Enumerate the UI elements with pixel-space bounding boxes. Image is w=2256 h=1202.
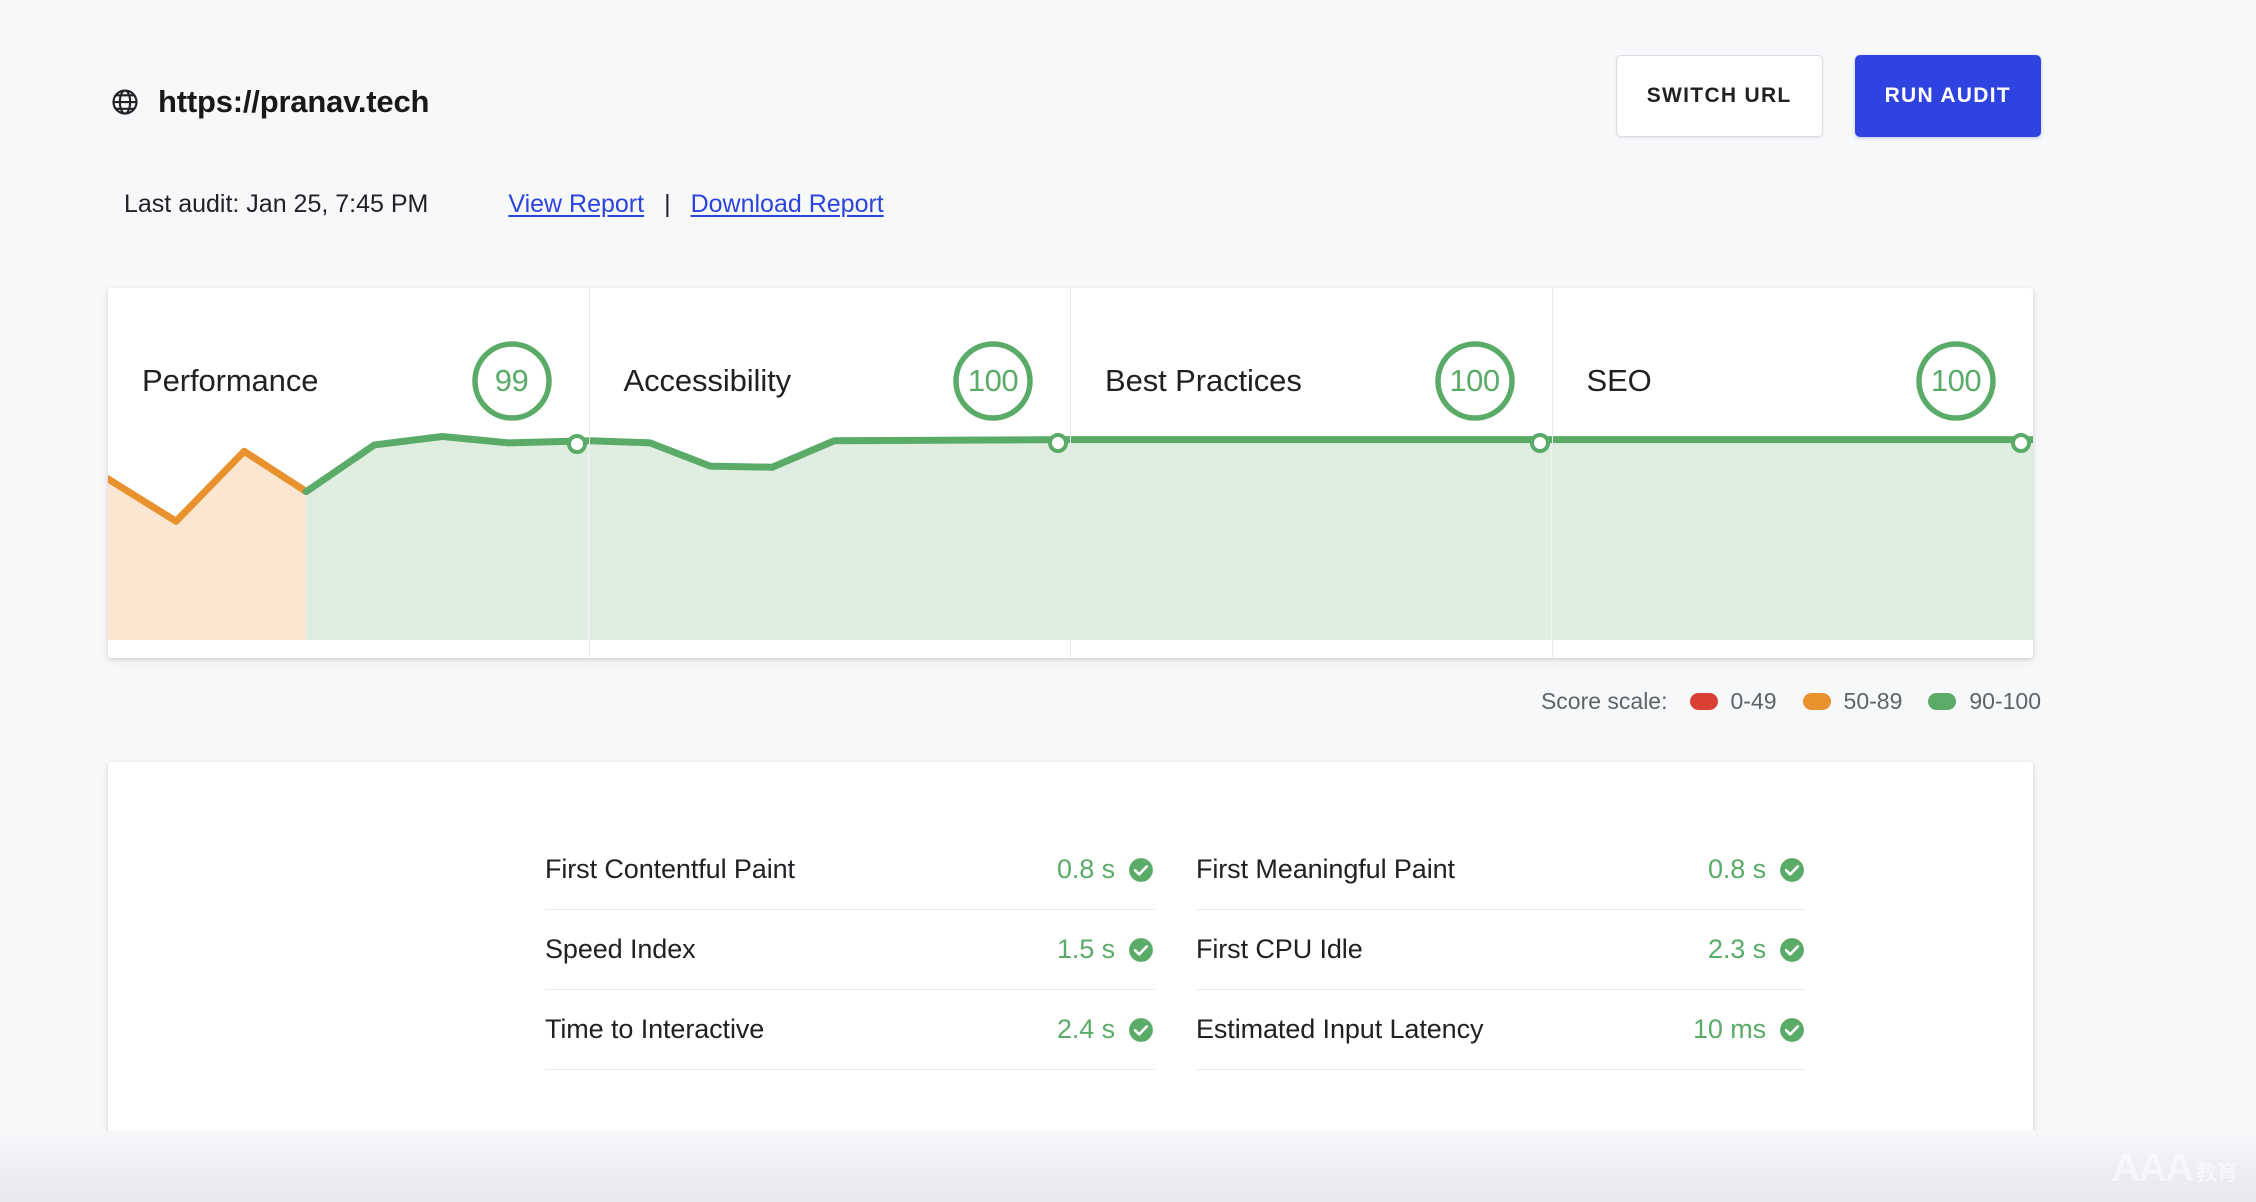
score-card-accessibility[interactable]: Accessibility 100 bbox=[589, 288, 1071, 658]
sparkline-accessibility bbox=[589, 428, 1070, 640]
view-report-link[interactable]: View Report bbox=[508, 190, 644, 219]
metric-label: Speed Index bbox=[545, 934, 696, 964]
check-circle-icon bbox=[1780, 937, 1804, 962]
header-actions: SWITCH URL RUN AUDIT bbox=[1615, 55, 2041, 137]
legend-item-low: 0-49 bbox=[1689, 688, 1777, 715]
link-separator: | bbox=[664, 190, 671, 218]
metric-result: 0.8 s bbox=[1057, 854, 1154, 885]
metric-row: Time to Interactive 2.4 s bbox=[545, 990, 1154, 1070]
score-value: 100 bbox=[1930, 363, 1982, 398]
legend-range-high: 90-100 bbox=[1969, 688, 2041, 714]
score-value: 99 bbox=[494, 363, 529, 398]
score-header: Performance 99 bbox=[142, 336, 555, 426]
legend-pill-red bbox=[1689, 693, 1718, 710]
metric-row: Speed Index 1.5 s bbox=[545, 910, 1154, 990]
metric-label: First Contentful Paint bbox=[545, 854, 795, 884]
legend-item-mid: 50-89 bbox=[1802, 688, 1903, 715]
metric-label: First CPU Idle bbox=[1196, 934, 1363, 964]
legend-range-mid: 50-89 bbox=[1843, 688, 1903, 714]
metric-value: 2.3 s bbox=[1707, 934, 1766, 964]
metric-value: 2.4 s bbox=[1056, 1014, 1115, 1044]
score-card-performance[interactable]: Performance 99 bbox=[108, 288, 590, 658]
metric-row: First Contentful Paint 0.8 s bbox=[545, 830, 1154, 910]
metric-value: 1.5 s bbox=[1056, 934, 1115, 964]
lighthouse-dashboard: https://pranav.tech SWITCH URL RUN AUDIT… bbox=[0, 0, 2256, 1202]
score-scale-legend: Score scale: 0-49 50-89 90-100 bbox=[1541, 688, 2041, 715]
sparkline-performance bbox=[108, 428, 589, 640]
check-circle-icon bbox=[1780, 1017, 1804, 1042]
score-gauge: 100 bbox=[1913, 338, 1999, 424]
globe-icon bbox=[110, 87, 140, 117]
score-card-seo[interactable]: SEO 100 bbox=[1552, 288, 2033, 658]
legend-label: Score scale: bbox=[1540, 688, 1668, 714]
score-gauge: 99 bbox=[469, 338, 555, 424]
page-header: https://pranav.tech SWITCH URL RUN AUDIT… bbox=[0, 0, 2256, 250]
metric-result: 10 ms bbox=[1693, 1014, 1805, 1045]
score-header: SEO 100 bbox=[1587, 336, 2000, 426]
score-value: 100 bbox=[967, 363, 1019, 398]
check-circle-icon bbox=[1129, 857, 1153, 882]
score-title: Best Practices bbox=[1105, 363, 1302, 398]
metric-result: 2.4 s bbox=[1057, 1014, 1154, 1045]
legend-item-high: 90-100 bbox=[1928, 688, 2041, 715]
score-card-best-practices[interactable]: Best Practices 100 bbox=[1071, 288, 1553, 658]
metric-label: Time to Interactive bbox=[545, 1014, 765, 1044]
score-gauge: 100 bbox=[950, 338, 1036, 424]
metric-value: 0.8 s bbox=[1056, 854, 1115, 884]
metric-row: First CPU Idle 2.3 s bbox=[1196, 910, 1805, 990]
score-title: Accessibility bbox=[623, 363, 792, 398]
score-header: Accessibility 100 bbox=[624, 336, 1037, 426]
metrics-grid: First Contentful Paint 0.8 s Speed Index… bbox=[545, 830, 1805, 1070]
metrics-panel: First Contentful Paint 0.8 s Speed Index… bbox=[108, 762, 2033, 1135]
url-display: https://pranav.tech bbox=[110, 86, 429, 117]
metric-value: 0.8 s bbox=[1707, 854, 1766, 884]
metrics-column-left: First Contentful Paint 0.8 s Speed Index… bbox=[545, 830, 1154, 1070]
metrics-column-right: First Meaningful Paint 0.8 s First CPU I… bbox=[1196, 830, 1805, 1070]
watermark-main: AAA bbox=[2111, 1146, 2194, 1190]
switch-url-button[interactable]: SWITCH URL bbox=[1615, 55, 1823, 137]
url-text: https://pranav.tech bbox=[158, 84, 430, 119]
score-value: 100 bbox=[1449, 363, 1500, 398]
score-title: Performance bbox=[142, 363, 319, 398]
metric-result: 0.8 s bbox=[1708, 854, 1805, 885]
check-circle-icon bbox=[1780, 857, 1804, 882]
sparkline-seo bbox=[1552, 428, 2033, 640]
metric-label: Estimated Input Latency bbox=[1196, 1014, 1484, 1044]
legend-pill-orange bbox=[1802, 693, 1831, 710]
metric-value: 10 ms bbox=[1692, 1014, 1766, 1044]
audit-info-row: Last audit: Jan 25, 7:45 PM View Report … bbox=[124, 190, 884, 219]
score-header: Best Practices 100 bbox=[1105, 336, 1518, 426]
watermark: AAA 教育 bbox=[2111, 1148, 2238, 1188]
score-gauge: 100 bbox=[1432, 338, 1518, 424]
score-title: SEO bbox=[1586, 363, 1652, 398]
download-report-link[interactable]: Download Report bbox=[691, 190, 884, 219]
check-circle-icon bbox=[1129, 937, 1153, 962]
legend-pill-green bbox=[1928, 693, 1957, 710]
metric-result: 1.5 s bbox=[1057, 934, 1154, 965]
last-audit-timestamp: Last audit: Jan 25, 7:45 PM bbox=[124, 190, 429, 218]
sparkline-best-practices bbox=[1071, 428, 1552, 640]
metric-row: Estimated Input Latency 10 ms bbox=[1196, 990, 1805, 1070]
legend-range-low: 0-49 bbox=[1730, 688, 1777, 714]
metric-result: 2.3 s bbox=[1708, 934, 1805, 965]
score-cards-panel: Performance 99 Accessibility 100 Best Pr… bbox=[108, 288, 2033, 658]
check-circle-icon bbox=[1129, 1017, 1153, 1042]
metric-row: First Meaningful Paint 0.8 s bbox=[1196, 830, 1805, 910]
metric-label: First Meaningful Paint bbox=[1196, 854, 1455, 884]
run-audit-button[interactable]: RUN AUDIT bbox=[1854, 55, 2041, 137]
watermark-sub: 教育 bbox=[2196, 1162, 2238, 1185]
page-bottom-gradient bbox=[0, 1130, 2256, 1202]
